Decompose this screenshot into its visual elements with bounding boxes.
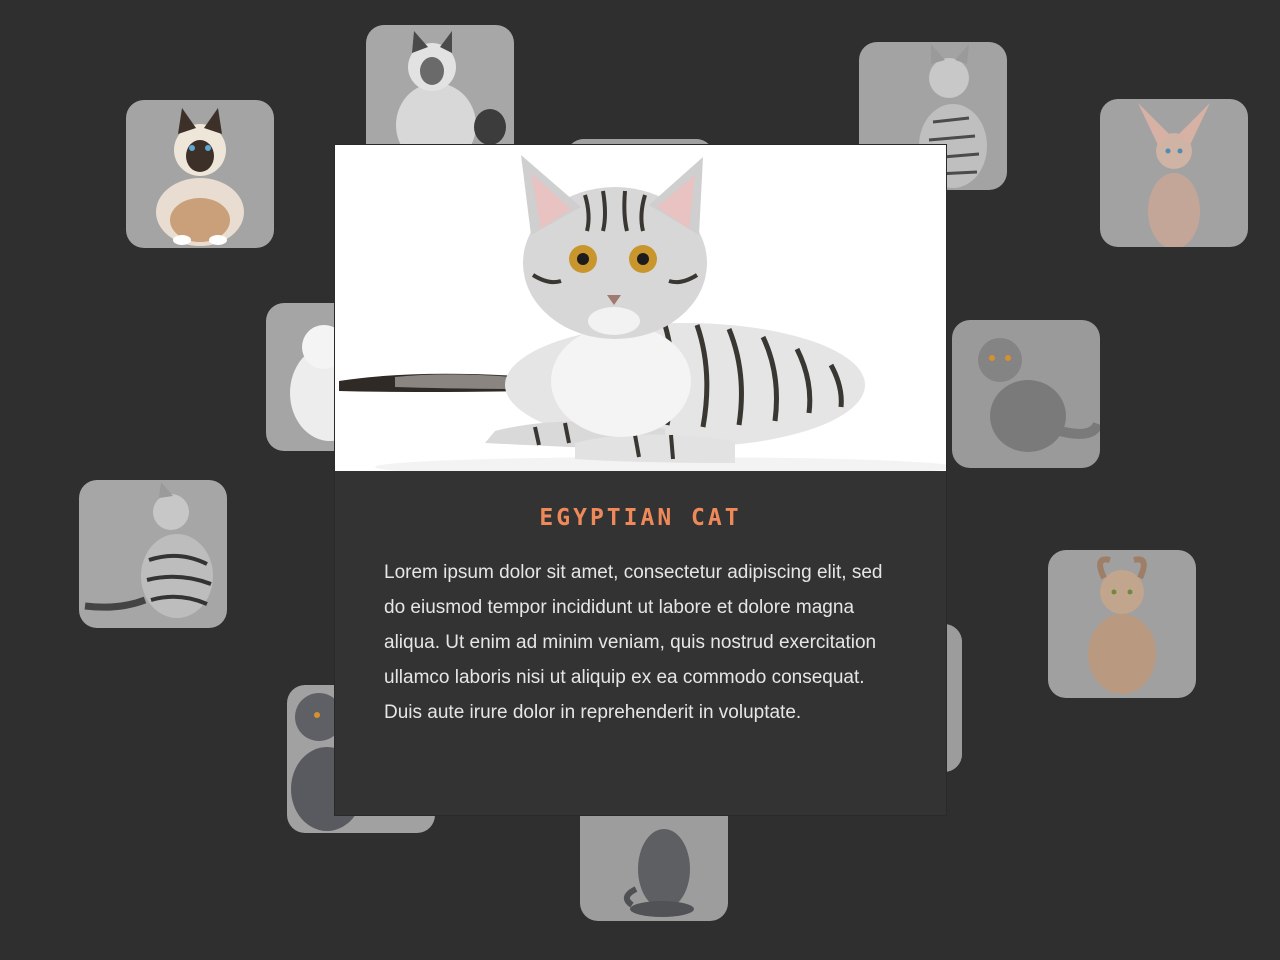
cat-detail-modal: Egyptian Cat Lorem ipsum dolor sit amet,… xyxy=(335,145,946,815)
egyptian-cat-photo xyxy=(335,145,946,471)
peterbald-cat-image xyxy=(1138,103,1210,247)
birman-cat-image xyxy=(156,108,244,246)
cat-hero-image xyxy=(335,145,946,471)
cat-thumbnail-scottish-fold[interactable] xyxy=(952,320,1100,468)
cat-thumbnail-american-curl[interactable] xyxy=(1048,550,1196,698)
cat-thumbnail-peterbald[interactable] xyxy=(1100,99,1248,247)
cat-gallery: Egyptian Cat Lorem ipsum dolor sit amet,… xyxy=(0,0,1280,960)
scottish-fold-cat-image xyxy=(978,338,1100,452)
cat-thumbnail-birman[interactable] xyxy=(126,100,274,248)
modal-title: Egyptian Cat xyxy=(539,505,742,531)
american-curl-cat-image xyxy=(1088,556,1156,694)
modal-description: Lorem ipsum dolor sit amet, consectetur … xyxy=(384,562,883,723)
american-shorthair-cat-image xyxy=(84,482,213,618)
cat-thumbnail-american-shorthair[interactable] xyxy=(79,480,227,628)
